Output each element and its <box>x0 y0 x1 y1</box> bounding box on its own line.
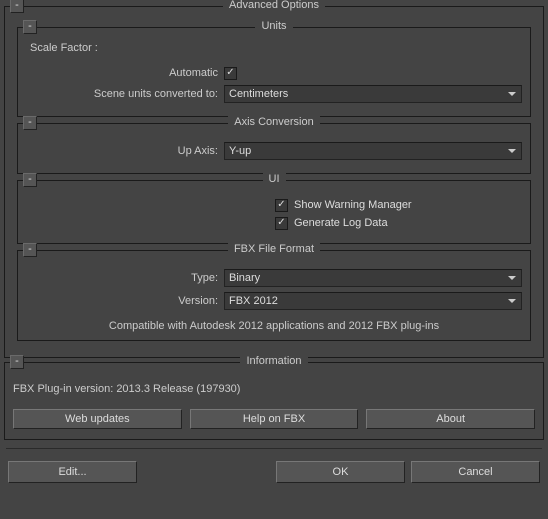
units-panel: - Units Scale Factor : Automatic Scene u… <box>17 27 531 117</box>
edit-button[interactable]: Edit... <box>8 461 137 483</box>
scene-units-label: Scene units converted to: <box>26 88 224 100</box>
footer-buttons: Edit... OK Cancel <box>2 453 546 487</box>
axis-conversion-panel: - Axis Conversion Up Axis: Y-up <box>17 123 531 174</box>
axis-conversion-title: Axis Conversion <box>18 116 530 128</box>
up-axis-label: Up Axis: <box>26 145 224 157</box>
about-button[interactable]: About <box>366 409 535 429</box>
web-updates-button[interactable]: Web updates <box>13 409 182 429</box>
version-label: Version: <box>26 295 224 307</box>
scene-units-select[interactable]: Centimeters <box>224 85 522 103</box>
scale-factor-label: Scale Factor : <box>30 42 522 54</box>
advanced-options-panel: - Advanced Options - Units Scale Factor … <box>4 6 544 358</box>
cancel-button[interactable]: Cancel <box>411 461 540 483</box>
generate-log-label: Generate Log Data <box>294 217 388 229</box>
ui-panel: - UI Show Warning Manager Generate Log D… <box>17 180 531 244</box>
automatic-checkbox[interactable] <box>224 67 237 80</box>
generate-log-checkbox[interactable] <box>275 217 288 230</box>
information-panel: - Information FBX Plug-in version: 2013.… <box>4 362 544 440</box>
help-on-fbx-button[interactable]: Help on FBX <box>190 409 359 429</box>
up-axis-select[interactable]: Y-up <box>224 142 522 160</box>
compat-text: Compatible with Autodesk 2012 applicatio… <box>26 320 522 332</box>
ok-button[interactable]: OK <box>276 461 405 483</box>
type-label: Type: <box>26 272 224 284</box>
show-warning-label: Show Warning Manager <box>294 199 412 211</box>
footer-spacer <box>143 461 270 483</box>
information-title: Information <box>5 355 543 367</box>
ui-title: UI <box>18 173 530 185</box>
fbx-format-title: FBX File Format <box>18 243 530 255</box>
fbx-format-panel: - FBX File Format Type: Binary Version: … <box>17 250 531 341</box>
type-select[interactable]: Binary <box>224 269 522 287</box>
version-select[interactable]: FBX 2012 <box>224 292 522 310</box>
units-title: Units <box>18 20 530 32</box>
plugin-version-text: FBX Plug-in version: 2013.3 Release (197… <box>13 383 539 395</box>
divider <box>6 448 542 449</box>
automatic-label: Automatic <box>26 67 224 79</box>
show-warning-checkbox[interactable] <box>275 199 288 212</box>
advanced-options-title: Advanced Options <box>5 0 543 11</box>
